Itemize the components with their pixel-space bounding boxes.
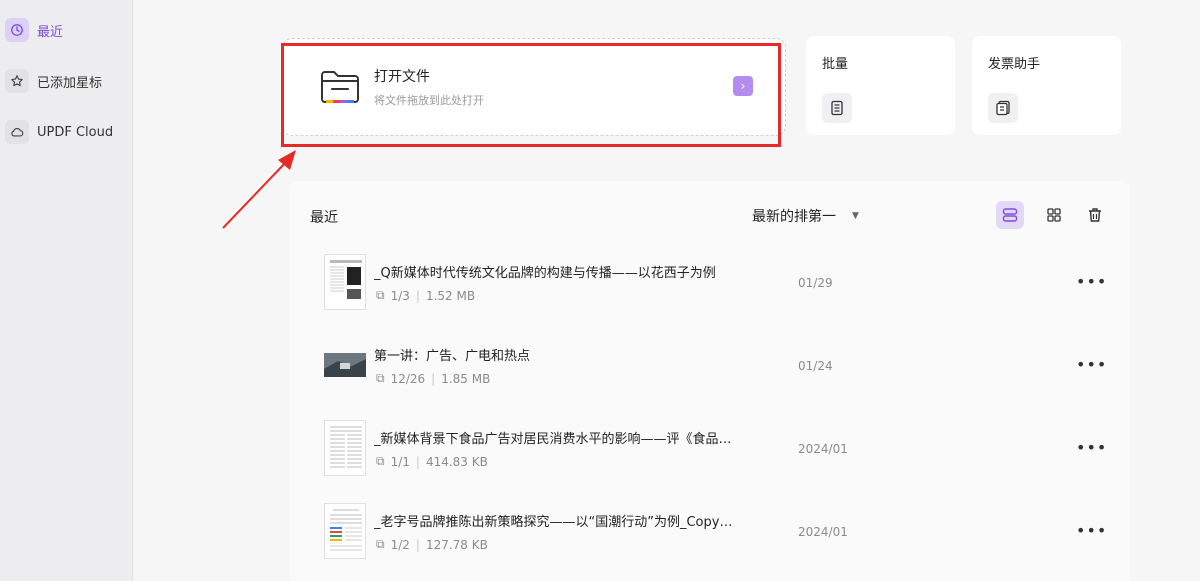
file-row[interactable]: _Q新媒体时代传统文化品牌的构建与传播——以花西子为例 ⧉ 1/3 | 1.52… bbox=[290, 242, 1130, 322]
file-date: 2024/01 bbox=[798, 442, 848, 456]
batch-icon bbox=[822, 93, 852, 123]
file-pages: 1/2 bbox=[390, 537, 410, 552]
file-pages: 1/3 bbox=[390, 288, 410, 303]
invoice-label: 发票助手 bbox=[988, 57, 1041, 72]
file-date: 2024/01 bbox=[798, 525, 848, 539]
more-options-icon[interactable]: ••• bbox=[1076, 272, 1107, 291]
more-options-icon[interactable]: ••• bbox=[1076, 355, 1107, 374]
sort-dropdown[interactable]: 最新的排第一 ▼ bbox=[752, 206, 859, 226]
sort-label: 最新的排第一 bbox=[752, 209, 836, 225]
file-thumbnail bbox=[324, 503, 366, 559]
clock-icon bbox=[5, 18, 29, 42]
open-file-subtitle: 将文件拖放到此处打开 bbox=[374, 94, 484, 107]
file-pages: 12/26 bbox=[390, 371, 426, 386]
sidebar: 最近 已添加星标 UPDF Cloud bbox=[0, 0, 133, 581]
file-date: 01/29 bbox=[798, 276, 833, 290]
file-thumbnail bbox=[324, 353, 366, 377]
sidebar-item-cloud[interactable]: UPDF Cloud bbox=[5, 118, 129, 146]
file-row[interactable]: 第一讲：广告、广电和热点 ⧉ 12/26 | 1.85 MB 01/24 ••• bbox=[290, 325, 1130, 405]
grid-view-icon bbox=[1047, 208, 1061, 222]
file-size: 1.85 MB bbox=[441, 371, 491, 386]
pages-icon: ⧉ bbox=[376, 288, 385, 302]
file-meta: ⧉ 12/26 | 1.85 MB bbox=[376, 371, 491, 386]
main-area: 打开文件 将文件拖放到此处打开 › 批量 发票助手 最近 最新的排第一 ▼ _Q… bbox=[133, 0, 1200, 581]
chevron-right-icon[interactable]: › bbox=[733, 76, 753, 96]
file-name: 第一讲：广告、广电和热点 bbox=[374, 349, 531, 364]
batch-label: 批量 bbox=[822, 57, 849, 72]
file-meta: ⧉ 1/3 | 1.52 MB bbox=[376, 288, 476, 303]
trash-icon bbox=[1089, 208, 1101, 222]
star-icon bbox=[5, 69, 29, 93]
list-view-icon bbox=[1002, 208, 1018, 222]
more-options-icon[interactable]: ••• bbox=[1076, 438, 1107, 457]
sidebar-item-label: 最近 bbox=[37, 24, 64, 40]
more-options-icon[interactable]: ••• bbox=[1076, 521, 1107, 540]
sidebar-item-starred[interactable]: 已添加星标 bbox=[5, 67, 129, 95]
file-thumbnail bbox=[324, 254, 366, 310]
caret-down-icon: ▼ bbox=[852, 211, 859, 221]
batch-card[interactable]: 批量 bbox=[806, 36, 955, 135]
invoice-card[interactable]: 发票助手 bbox=[972, 36, 1121, 135]
file-name: _Q新媒体时代传统文化品牌的构建与传播——以花西子为例 bbox=[374, 266, 716, 281]
sidebar-item-recent[interactable]: 最近 bbox=[5, 16, 129, 44]
invoice-icon bbox=[988, 93, 1018, 123]
list-view-button[interactable] bbox=[996, 201, 1024, 229]
open-file-dropzone[interactable]: 打开文件 将文件拖放到此处打开 › bbox=[282, 38, 786, 136]
file-date: 01/24 bbox=[798, 359, 833, 373]
file-name: _新媒体背景下食品广告对居民消费水平的影响——评《食品广... bbox=[374, 432, 734, 447]
sidebar-item-label: 已添加星标 bbox=[37, 75, 103, 91]
pages-icon: ⧉ bbox=[376, 454, 385, 468]
file-row[interactable]: _新媒体背景下食品广告对居民消费水平的影响——评《食品广... ⧉ 1/1 | … bbox=[290, 408, 1130, 488]
folder-icon bbox=[321, 71, 359, 103]
file-row[interactable]: _老字号品牌推陈出新策略探究——以“国潮行动”为例_Copy_Co... ⧉ 1… bbox=[290, 491, 1130, 571]
pages-icon: ⧉ bbox=[376, 537, 385, 551]
recent-title: 最近 bbox=[310, 210, 338, 226]
file-pages: 1/1 bbox=[390, 454, 410, 469]
delete-button[interactable] bbox=[1081, 201, 1109, 229]
grid-view-button[interactable] bbox=[1040, 201, 1068, 229]
cloud-icon bbox=[5, 120, 29, 144]
file-thumbnail bbox=[324, 420, 366, 476]
file-meta: ⧉ 1/1 | 414.83 KB bbox=[376, 454, 488, 469]
sidebar-item-label: UPDF Cloud bbox=[37, 124, 114, 140]
file-size: 127.78 KB bbox=[425, 537, 488, 552]
open-file-title: 打开文件 bbox=[374, 69, 430, 85]
file-name: _老字号品牌推陈出新策略探究——以“国潮行动”为例_Copy_Co... bbox=[374, 515, 734, 530]
file-size: 414.83 KB bbox=[425, 454, 488, 469]
pages-icon: ⧉ bbox=[376, 371, 385, 385]
file-size: 1.52 MB bbox=[425, 288, 476, 303]
file-meta: ⧉ 1/2 | 127.78 KB bbox=[376, 537, 488, 552]
